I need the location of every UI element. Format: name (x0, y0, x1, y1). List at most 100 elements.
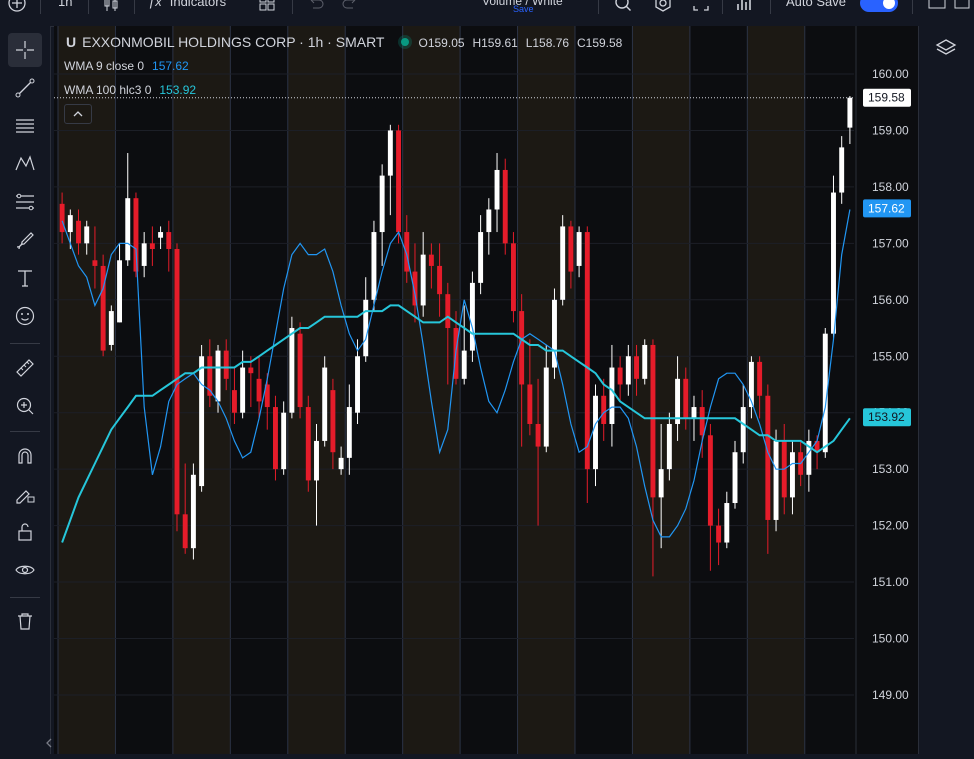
pattern-tool[interactable] (8, 147, 42, 181)
session-band (632, 26, 690, 754)
add-symbol-button[interactable] (6, 0, 28, 14)
legend-collapse-button[interactable] (64, 104, 92, 124)
wma9-name: WMA 9 close 0 (64, 59, 145, 73)
candle-body (108, 311, 114, 345)
redo-button[interactable] (340, 0, 362, 14)
candle-body (593, 395, 598, 470)
alerts-button[interactable] (926, 0, 948, 14)
chart-properties-button[interactable] (732, 0, 754, 14)
candle-body (223, 350, 229, 379)
wma9-price-label: 157.62 (868, 201, 905, 215)
toggle-knob (883, 0, 895, 9)
wma100-value: 153.92 (159, 83, 197, 97)
candle-body (420, 254, 426, 306)
trendline-tool[interactable] (8, 71, 42, 105)
ohlc-high: H159.61 (472, 36, 518, 50)
symbol-title[interactable]: EXXONMOBIL HOLDINGS CORP · 1h · SMART (82, 34, 384, 50)
object-tree-button[interactable] (929, 32, 963, 66)
fib-tool[interactable] (8, 185, 42, 219)
candle-body (174, 248, 180, 515)
candle-body (363, 299, 369, 357)
y-tick-label: 157.00 (872, 236, 909, 250)
drawing-toolbar (0, 26, 51, 754)
candle-body (379, 175, 385, 233)
wma100-name: WMA 100 hlc3 0 (64, 83, 152, 97)
text-tool[interactable] (8, 261, 42, 295)
candle-body (699, 407, 705, 436)
candle-body (839, 147, 845, 193)
unlock-tool[interactable] (8, 515, 42, 549)
candle-body (428, 254, 434, 266)
candle-body (576, 232, 582, 266)
save-status-label: Save (513, 4, 534, 14)
price-chart[interactable]: 160.00159.00158.00157.00156.00155.00154.… (54, 26, 918, 754)
undo-icon (310, 0, 324, 9)
candle-body (371, 232, 377, 300)
fullscreen-button[interactable] (690, 0, 712, 14)
magnet-tool[interactable] (8, 439, 42, 473)
autosave-toggle[interactable] (860, 0, 898, 12)
delete-tool[interactable] (8, 604, 42, 638)
zoom-in-icon (16, 397, 34, 415)
zoom-in-tool[interactable] (8, 389, 42, 423)
chart-icon (737, 0, 751, 10)
y-tick-label: 158.00 (872, 180, 909, 194)
trash-icon (18, 613, 32, 630)
candle-body (675, 378, 681, 424)
candle-body (305, 407, 311, 481)
scroll-left-button[interactable] (44, 736, 54, 750)
candle-body (100, 265, 106, 351)
candle-body (158, 232, 164, 238)
chart-type-button[interactable] (100, 0, 122, 14)
alert-clock-icon (928, 0, 946, 9)
candle-body (322, 367, 328, 441)
fullscreen-icon (693, 0, 709, 11)
save-status: Save (513, 4, 534, 26)
candle-body (658, 469, 664, 498)
chevron-left-icon (46, 738, 52, 748)
legend-wma100[interactable]: WMA 100 hlc3 0 153.92 (64, 83, 196, 97)
candle-body (59, 203, 65, 233)
candle-body (757, 361, 763, 396)
notes-button[interactable] (952, 0, 974, 14)
crosshair-tool[interactable] (8, 33, 42, 67)
candle-body (231, 390, 237, 413)
templates-button[interactable] (256, 0, 278, 14)
emoji-tool[interactable] (8, 299, 42, 333)
chevron-up-icon (73, 111, 83, 117)
undo-button[interactable] (304, 0, 326, 14)
candle-body (199, 356, 205, 487)
ohlc-open: O159.05 (418, 36, 465, 50)
candle-body (666, 423, 672, 470)
interval-button[interactable]: 1h (58, 0, 72, 16)
indicators-button[interactable]: ƒx Indicators (148, 0, 226, 16)
ruler-tool[interactable] (8, 351, 42, 385)
eye-tool[interactable] (8, 553, 42, 587)
right-sidebar (918, 26, 974, 754)
candle-body (125, 198, 131, 261)
lock-draw-tool[interactable] (8, 477, 42, 511)
candle-body (617, 367, 623, 385)
candle-body (502, 169, 508, 244)
session-band (287, 26, 346, 754)
wma9-value: 157.62 (152, 59, 189, 73)
candle-body (355, 356, 360, 413)
text-icon (18, 270, 32, 287)
candle-body (519, 311, 525, 385)
candle-body (461, 350, 467, 379)
autosave-label: Auto Save (786, 0, 846, 9)
settings-button[interactable] (652, 0, 674, 14)
session-band (58, 26, 116, 754)
legend-wma9[interactable]: WMA 9 close 0 157.62 (64, 59, 189, 73)
chart-area[interactable]: 160.00159.00158.00157.00156.00155.00154.… (54, 26, 918, 754)
brush-tool[interactable] (8, 223, 42, 257)
candle-body (609, 367, 615, 424)
magnet-icon (18, 448, 32, 464)
candle-body (740, 407, 746, 453)
search-button[interactable] (612, 0, 634, 14)
candle-body (76, 220, 81, 244)
candle-body (338, 457, 344, 470)
horizontal-lines-tool[interactable] (8, 109, 42, 143)
candle-body (527, 384, 533, 424)
trendline-icon (15, 78, 35, 98)
